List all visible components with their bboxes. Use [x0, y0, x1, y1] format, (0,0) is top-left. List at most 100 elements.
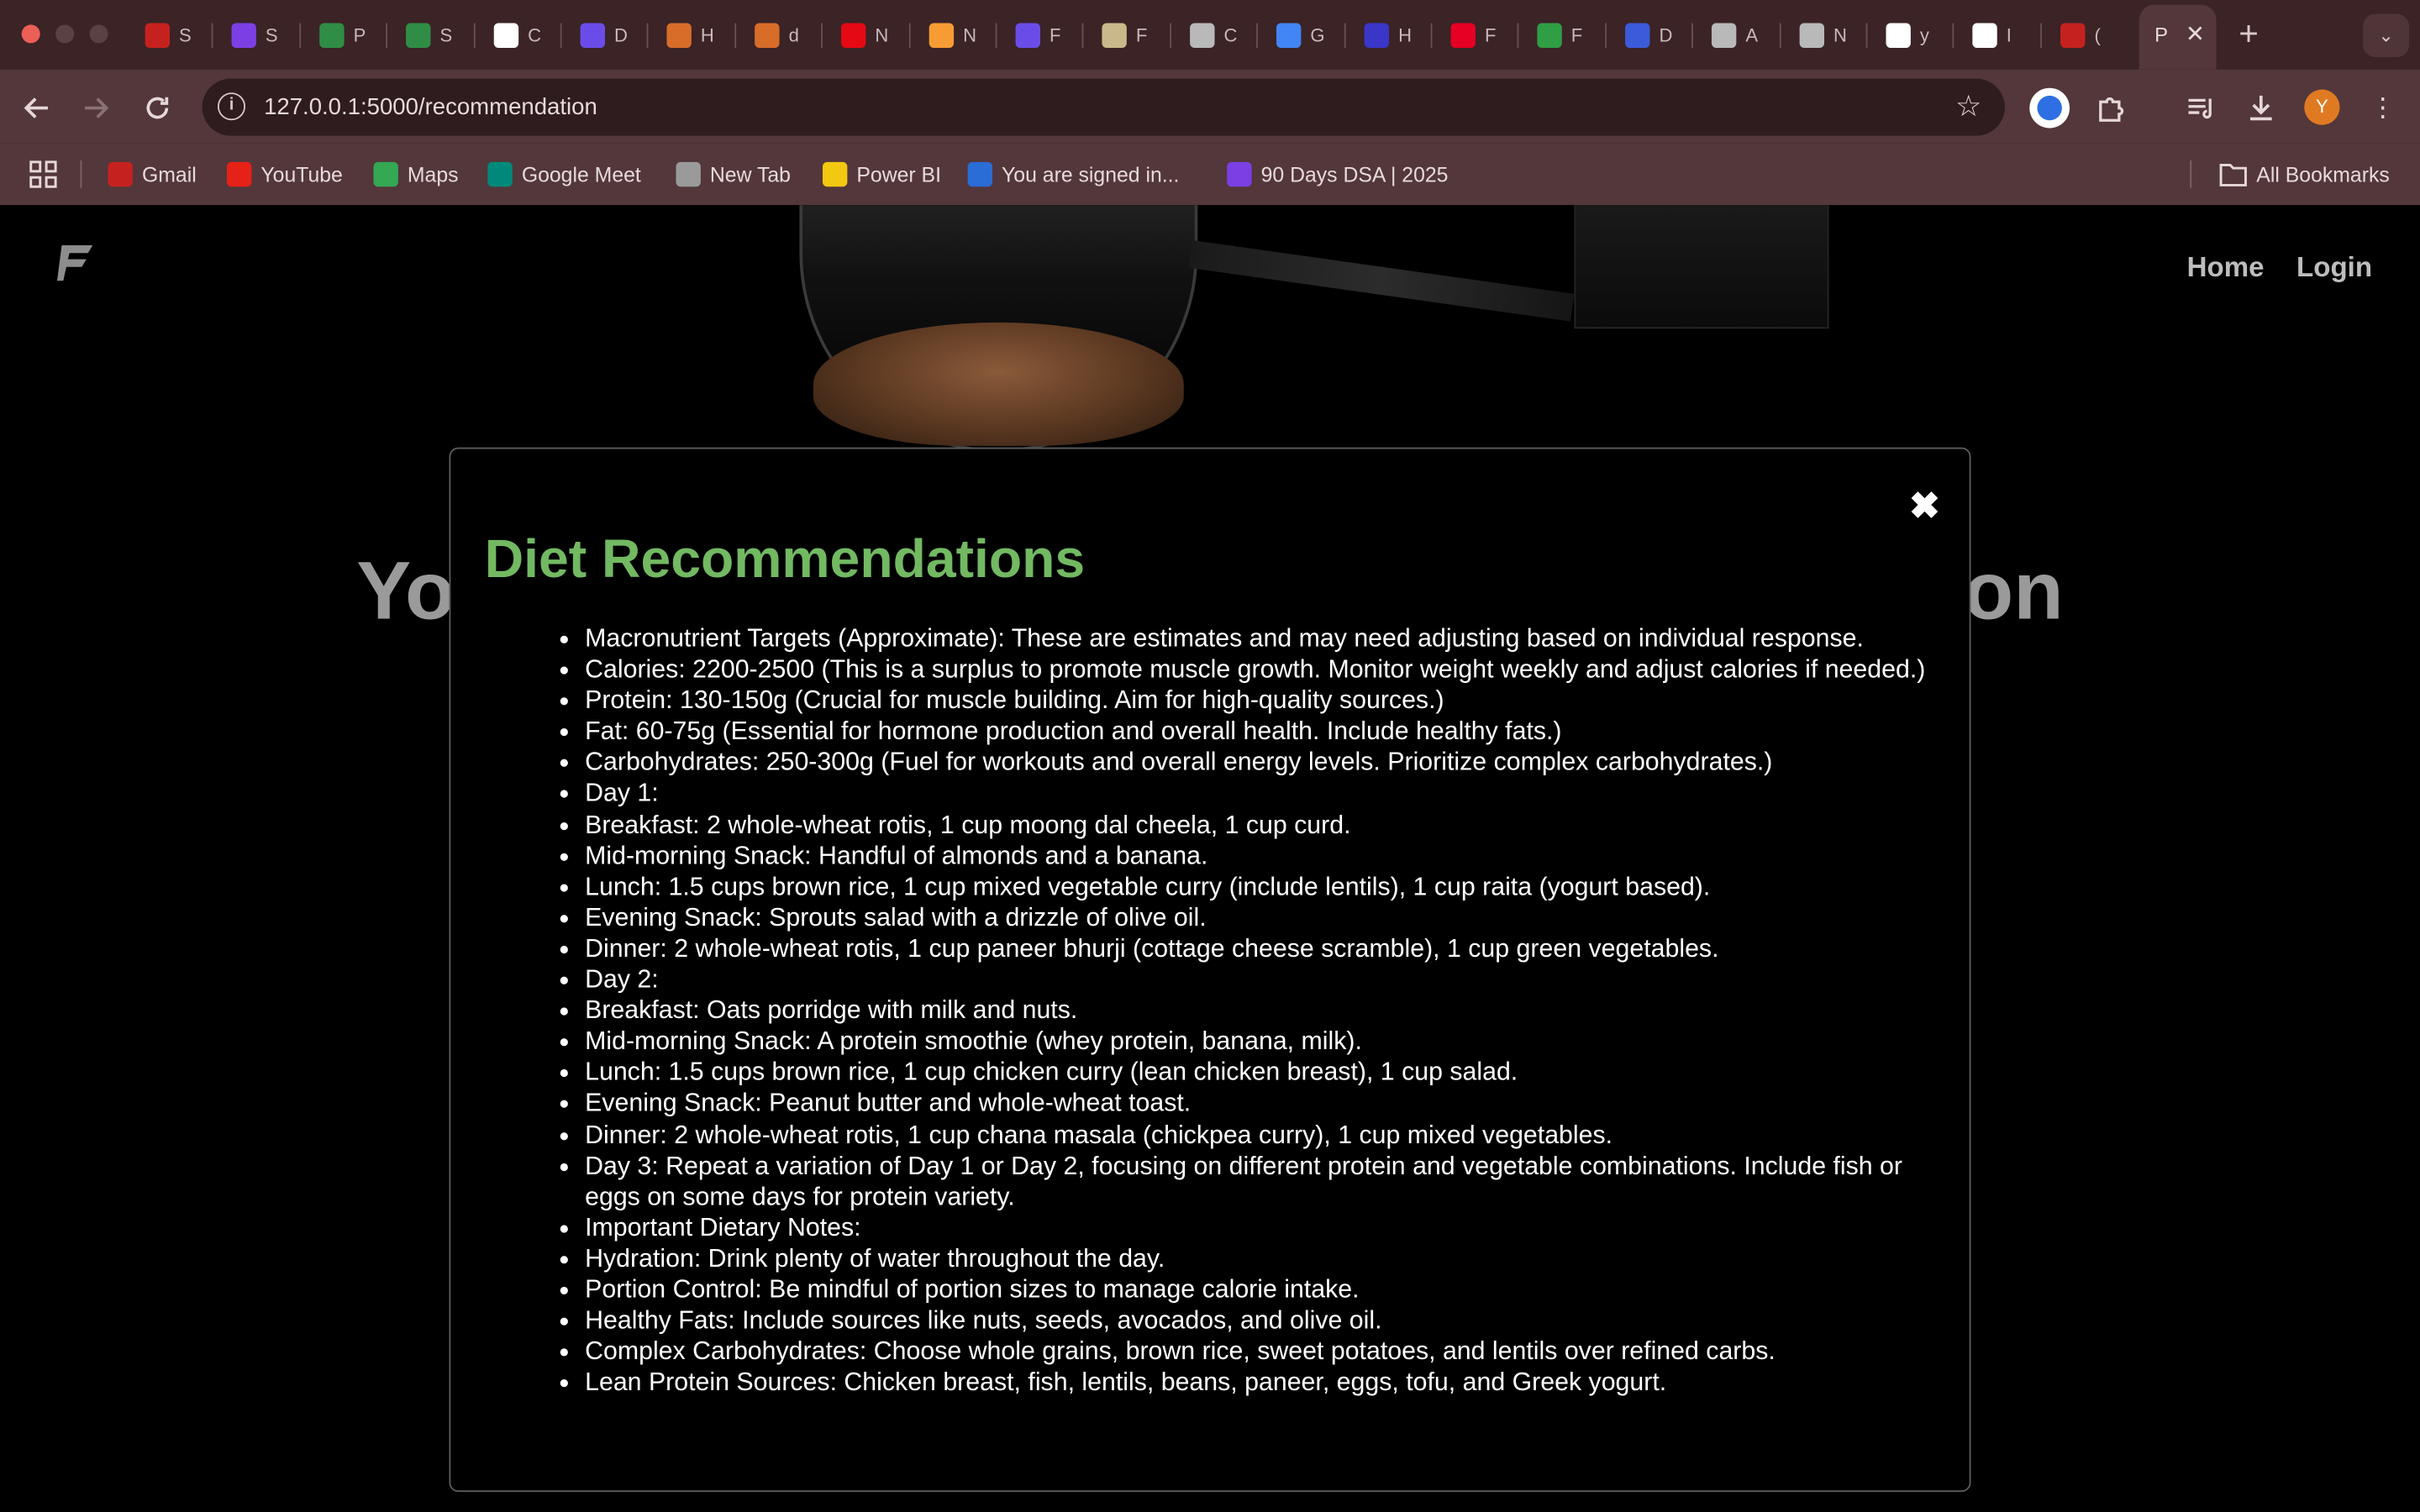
tab[interactable]: D — [568, 14, 636, 56]
tab[interactable]: F — [1525, 14, 1593, 56]
profile-avatar[interactable]: Y — [2304, 89, 2340, 125]
tab[interactable]: ( — [2048, 14, 2116, 56]
netflix-icon — [841, 22, 866, 48]
tab-separator — [386, 23, 388, 48]
tab-title: P — [2154, 23, 2169, 47]
tab-close-icon[interactable]: ✕ — [2186, 20, 2205, 48]
site-info-icon[interactable]: i — [217, 92, 246, 121]
tab[interactable]: G — [1264, 14, 1332, 56]
reload-button[interactable] — [139, 90, 176, 127]
tab-search-button[interactable]: ⌄ — [2363, 13, 2410, 57]
recommendation-item: Lunch: 1.5 cups brown rice, 1 cup mixed … — [585, 871, 1943, 902]
tab-active[interactable]: P ✕ — [2139, 4, 2217, 70]
extension-grammarly-icon[interactable] — [2029, 87, 2070, 129]
slides-icon — [231, 22, 256, 48]
tab[interactable]: I — [1960, 14, 2028, 56]
downloads-icon[interactable] — [2243, 90, 2280, 127]
gfg-icon — [319, 22, 345, 48]
recommendation-item: Lunch: 1.5 cups brown rice, 1 cup chicke… — [585, 1058, 1943, 1089]
tab[interactable]: A — [1699, 14, 1767, 56]
bookmarks-bar — [0, 143, 2420, 206]
nav-login-link[interactable]: Login — [2296, 251, 2372, 284]
media-control-icon[interactable] — [2182, 90, 2219, 127]
back-button[interactable] — [18, 90, 55, 127]
globe-icon — [1711, 22, 1737, 48]
gfg-icon — [406, 22, 431, 48]
tab[interactable]: H — [1352, 14, 1420, 56]
tab-title: N — [875, 24, 889, 46]
tab-title: y — [1919, 24, 1929, 46]
tab[interactable]: F — [1439, 14, 1507, 56]
chrome-menu-icon[interactable]: ⋮ — [2365, 90, 2402, 127]
address-bar[interactable]: i 127.0.0.1:5000/recommendation ☆ — [202, 78, 2005, 136]
recommendation-list: Macronutrient Targets (Approximate): The… — [585, 623, 1943, 1399]
url-text[interactable]: 127.0.0.1:5000/recommendation — [264, 94, 597, 120]
tab[interactable]: F — [1090, 14, 1158, 56]
tab-separator — [1256, 23, 1258, 48]
bookmark-divider — [80, 160, 82, 189]
grid-icon — [29, 160, 57, 188]
new-tab-button[interactable]: + — [2232, 14, 2265, 55]
tab-title: N — [963, 24, 977, 46]
modal-close-button[interactable]: ✖ — [1909, 488, 1940, 525]
tab[interactable]: D — [1612, 14, 1681, 56]
tab[interactable]: N — [1787, 14, 1855, 56]
powerbi-icon — [822, 161, 848, 187]
tab-title: H — [700, 24, 714, 46]
tab[interactable]: N — [917, 14, 985, 56]
tab-separator — [473, 23, 476, 48]
tab-separator — [1430, 23, 1433, 48]
tab-separator — [1605, 23, 1607, 48]
tab-title: F — [1135, 24, 1148, 46]
bookmark-item[interactable]: Power BI — [822, 160, 941, 188]
bookmark-item[interactable]: Google Meet — [487, 160, 641, 188]
tab[interactable]: P — [308, 14, 376, 56]
bookmark-label: Gmail — [141, 162, 197, 186]
recommendation-item: Lean Protein Sources: Chicken breast, fi… — [585, 1368, 1943, 1399]
tab[interactable]: S — [393, 14, 461, 56]
extensions-puzzle-icon[interactable] — [2093, 90, 2130, 127]
recommendation-item: Breakfast: 2 whole-wheat rotis, 1 cup mo… — [585, 809, 1943, 840]
bookmark-item[interactable]: You are signed in... — [967, 160, 1179, 188]
tab-title: A — [1745, 24, 1759, 46]
bookmark-item[interactable]: Gmail — [108, 160, 197, 188]
forward-button[interactable] — [77, 90, 114, 127]
tab-separator — [1344, 23, 1346, 48]
maximize-window-button[interactable] — [89, 24, 108, 44]
tab[interactable]: H — [655, 14, 723, 56]
tab[interactable]: y — [1874, 14, 1942, 56]
recommendation-item: Day 2: — [585, 964, 1943, 995]
hackerrank-icon — [666, 22, 692, 48]
tab[interactable]: S — [133, 14, 201, 56]
bookmark-item[interactable]: New Tab — [676, 160, 791, 188]
bookmark-item[interactable]: YouTube — [227, 160, 343, 188]
tab-separator — [1952, 23, 1954, 48]
puzzle-icon — [2099, 97, 2124, 122]
queue-music-icon — [2188, 98, 2212, 119]
bookmark-star-icon[interactable]: ☆ — [1955, 90, 1981, 125]
recommendation-item: Healthy Fats: Include sources like nuts,… — [585, 1305, 1943, 1336]
recommendation-item: Complex Carbohydrates: Choose whole grai… — [585, 1336, 1943, 1368]
diet-modal: ✖ Diet Recommendations Macronutrient Tar… — [449, 447, 1971, 1493]
tab-separator — [646, 23, 649, 48]
bookmark-label: Google Meet — [521, 162, 641, 186]
tab[interactable]: d — [742, 14, 810, 56]
tab-title: ( — [2094, 24, 2101, 46]
apps-grid-icon[interactable] — [29, 160, 57, 188]
tab[interactable]: F — [1003, 14, 1071, 56]
tab[interactable]: N — [829, 14, 897, 56]
minimize-window-button[interactable] — [55, 24, 75, 44]
bookmark-item[interactable]: Maps — [373, 160, 459, 188]
nav-home-link[interactable]: Home — [2187, 251, 2265, 284]
close-window-button[interactable] — [21, 24, 40, 44]
all-bookmarks-button[interactable]: All Bookmarks — [2219, 160, 2390, 188]
bookmark-item[interactable]: 90 Days DSA | 2025 — [1227, 160, 1448, 188]
tab[interactable]: C — [481, 14, 550, 56]
site-logo-icon[interactable] — [55, 239, 98, 286]
tab[interactable]: C — [1177, 14, 1245, 56]
bookmark-label: Maps — [407, 162, 459, 186]
tab-title: D — [614, 24, 628, 46]
recommendation-item: Mid-morning Snack: A protein smoothie (w… — [585, 1026, 1943, 1058]
bookmark-label: New Tab — [709, 162, 791, 186]
tab[interactable]: S — [219, 14, 287, 56]
